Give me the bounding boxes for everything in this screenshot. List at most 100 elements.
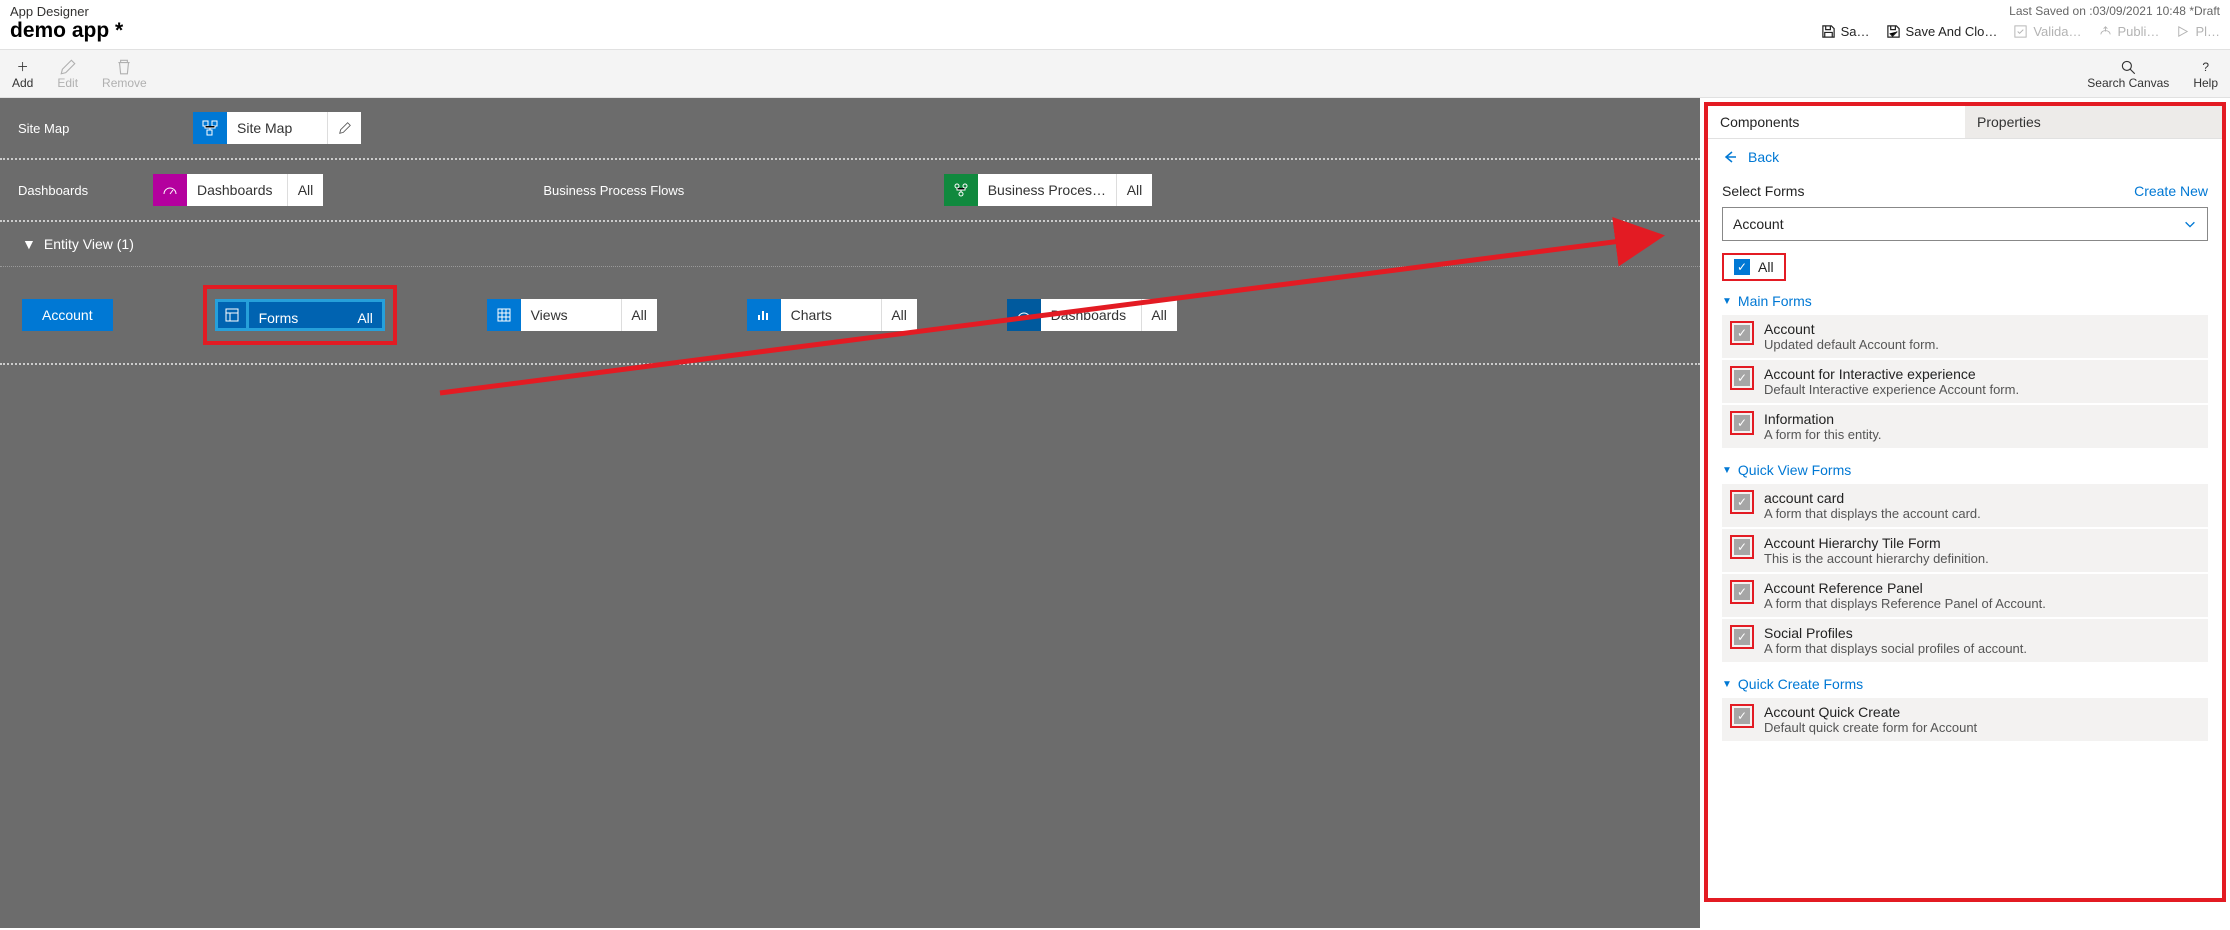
search-canvas-button[interactable]: Search Canvas — [2087, 58, 2169, 90]
add-button[interactable]: ＋ Add — [12, 58, 33, 90]
form-desc: A form for this entity. — [1764, 427, 1882, 442]
arrow-left-icon — [1722, 149, 1738, 165]
grid-icon — [487, 299, 521, 331]
entity-name-tile[interactable]: Account — [22, 299, 113, 331]
form-desc: This is the account hierarchy definition… — [1764, 551, 1989, 566]
checkbox-highlight: ✓ — [1730, 411, 1754, 435]
check-icon[interactable]: ✓ — [1734, 494, 1750, 510]
flow-icon — [944, 174, 978, 206]
last-saved-label: Last Saved on :03/09/2021 10:48 *Draft — [1821, 4, 2220, 18]
help-icon: ? — [2197, 58, 2215, 76]
chevron-down-icon: ▼ — [1722, 465, 1732, 476]
forms-tile[interactable]: Forms All — [215, 299, 385, 331]
checkbox-highlight: ✓ — [1730, 535, 1754, 559]
back-button[interactable]: Back — [1708, 139, 2222, 175]
checkbox-highlight: ✓ — [1730, 490, 1754, 514]
form-title: Account Quick Create — [1764, 704, 1977, 720]
app-name: demo app * — [10, 19, 123, 43]
form-desc: Default Interactive experience Account f… — [1764, 382, 2019, 397]
checkbox-highlight: ✓ — [1730, 366, 1754, 390]
save-and-close-button[interactable]: Save And Clo… — [1886, 24, 1998, 39]
checkbox-highlight: ✓ — [1730, 625, 1754, 649]
check-icon[interactable]: ✓ — [1734, 370, 1750, 386]
chevron-down-icon — [2183, 217, 2197, 231]
form-title: account card — [1764, 490, 1981, 506]
chart-icon — [747, 299, 781, 331]
form-desc: Default quick create form for Account — [1764, 720, 1977, 735]
entity-dashboards-tile[interactable]: Dashboards All — [1007, 299, 1177, 331]
form-item[interactable]: ✓ Account Hierarchy Tile FormThis is the … — [1722, 529, 2208, 572]
form-desc: A form that displays the account card. — [1764, 506, 1981, 521]
gauge-icon — [1007, 299, 1041, 331]
dashboards-tile[interactable]: Dashboards All — [153, 174, 323, 206]
select-all-checkbox[interactable]: ✓ All — [1722, 253, 1786, 281]
check-icon[interactable]: ✓ — [1734, 539, 1750, 555]
sitemap-icon — [193, 112, 227, 144]
pencil-icon — [338, 121, 352, 135]
edit-button[interactable]: Edit — [57, 58, 78, 90]
dashboards-row-label: Dashboards — [18, 183, 113, 198]
charts-tile[interactable]: Charts All — [747, 299, 917, 331]
gauge-icon — [153, 174, 187, 206]
checkbox-highlight: ✓ — [1730, 704, 1754, 728]
check-icon[interactable]: ✓ — [1734, 584, 1750, 600]
check-icon[interactable]: ✓ — [1734, 415, 1750, 431]
form-desc: Updated default Account form. — [1764, 337, 1939, 352]
trash-icon — [115, 58, 133, 76]
form-item[interactable]: ✓Account Reference PanelA form that disp… — [1722, 574, 2208, 617]
tab-components[interactable]: Components — [1708, 106, 1965, 138]
form-title: Account Hierarchy Tile Form — [1764, 535, 1989, 551]
form-icon — [215, 299, 249, 331]
help-button[interactable]: ? Help — [2193, 58, 2218, 90]
tab-properties[interactable]: Properties — [1965, 106, 2222, 138]
save-icon — [1821, 24, 1836, 39]
design-canvas: Site Map Site Map Dashboards Dashboards … — [0, 98, 1700, 928]
remove-button[interactable]: Remove — [102, 58, 147, 90]
check-icon[interactable]: ✓ — [1734, 629, 1750, 645]
entity-view-toggle[interactable]: ▼ Entity View (1) — [0, 222, 1700, 267]
toolbar: ＋ Add Edit Remove Search Canvas ? Help — [0, 50, 2230, 98]
search-icon — [2119, 58, 2137, 76]
publish-button[interactable]: Publi… — [2098, 24, 2160, 39]
chevron-down-icon: ▼ — [22, 236, 36, 252]
form-item[interactable]: ✓ Account for Interactive experienceDefau… — [1722, 360, 2208, 403]
checkbox-highlight: ✓ — [1730, 580, 1754, 604]
form-group-header[interactable]: ▼Main Forms — [1708, 291, 2222, 315]
play-button[interactable]: Pl… — [2175, 24, 2220, 39]
validate-button[interactable]: Valida… — [2013, 24, 2081, 39]
form-title: Information — [1764, 411, 1882, 427]
form-group-header[interactable]: ▼Quick View Forms — [1708, 460, 2222, 484]
form-desc: A form that displays social profiles of … — [1764, 641, 2027, 656]
bpf-row-label: Business Process Flows — [543, 183, 723, 198]
plus-icon: ＋ — [14, 58, 32, 76]
save-button[interactable]: Sa… — [1821, 24, 1870, 39]
form-item[interactable]: ✓ account cardA form that displays the ac… — [1722, 484, 2208, 527]
pencil-icon — [59, 58, 77, 76]
check-icon[interactable]: ✓ — [1734, 325, 1750, 341]
create-new-link[interactable]: Create New — [2134, 183, 2208, 199]
form-title: Account for Interactive experience — [1764, 366, 2019, 382]
sitemap-tile[interactable]: Site Map — [193, 112, 361, 144]
form-item[interactable]: ✓ InformationA form for this entity. — [1722, 405, 2208, 448]
designer-label: App Designer — [10, 4, 123, 19]
checkbox-highlight: ✓ — [1730, 321, 1754, 345]
check-icon[interactable]: ✓ — [1734, 708, 1750, 724]
check-icon: ✓ — [1734, 259, 1750, 275]
form-title: Social Profiles — [1764, 625, 2027, 641]
views-tile[interactable]: Views All — [487, 299, 657, 331]
entity-dropdown[interactable]: Account — [1722, 207, 2208, 241]
forms-tile-highlight: Forms All — [203, 285, 397, 345]
form-item[interactable]: ✓ AccountUpdated default Account form. — [1722, 315, 2208, 358]
form-title: Account — [1764, 321, 1939, 337]
form-desc: A form that displays Reference Panel of … — [1764, 596, 2046, 611]
form-item[interactable]: ✓ Account Quick CreateDefault quick creat… — [1722, 698, 2208, 741]
validate-icon — [2013, 24, 2028, 39]
select-forms-label: Select Forms — [1722, 183, 1804, 199]
sitemap-row-label: Site Map — [18, 121, 113, 136]
form-item[interactable]: ✓ Social ProfilesA form that displays soc… — [1722, 619, 2208, 662]
form-group-header[interactable]: ▼Quick Create Forms — [1708, 674, 2222, 698]
sitemap-edit-button[interactable] — [327, 112, 361, 144]
save-close-icon — [1886, 24, 1901, 39]
bpf-tile[interactable]: Business Proces… All — [944, 174, 1152, 206]
chevron-down-icon: ▼ — [1722, 679, 1732, 690]
